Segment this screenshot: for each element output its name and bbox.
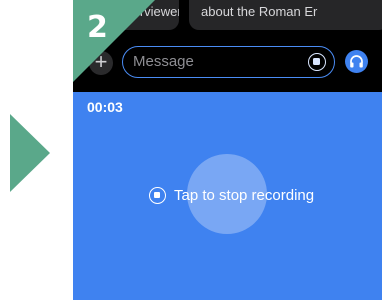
step-badge: 2 (73, 0, 155, 82)
stop-icon (149, 186, 166, 204)
tutorial-frame: terviewer about the Roman Er + Message 2… (0, 0, 382, 300)
stop-voice-icon[interactable] (308, 53, 326, 71)
stop-recording-button[interactable]: Tap to stop recording (149, 185, 314, 205)
step-badge-triangle-icon (73, 0, 155, 82)
step-number: 2 (87, 10, 108, 45)
headphones-icon (350, 55, 363, 68)
recording-timer: 00:03 (87, 99, 123, 115)
step-arrow-panel (0, 0, 73, 300)
suggestion-chip[interactable]: about the Roman Er (189, 0, 382, 30)
stop-recording-label: Tap to stop recording (174, 186, 315, 204)
message-input[interactable] (133, 47, 293, 76)
play-arrow-icon (10, 114, 50, 192)
phone-screen: terviewer about the Roman Er + Message 2… (73, 0, 382, 300)
suggestion-chip-label: about the Roman Er (201, 4, 318, 19)
voice-mode-button[interactable] (345, 50, 368, 73)
